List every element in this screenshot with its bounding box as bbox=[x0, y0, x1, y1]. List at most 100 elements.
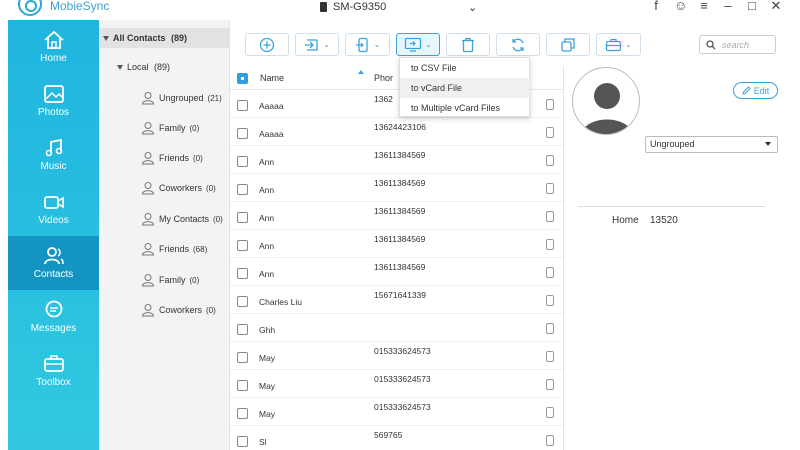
contact-name: May bbox=[259, 409, 276, 419]
photos-icon bbox=[43, 85, 64, 103]
group-select[interactable]: Ungrouped bbox=[645, 136, 778, 153]
row-checkbox[interactable] bbox=[237, 268, 248, 279]
phone-device-icon bbox=[546, 99, 554, 110]
facebook-icon[interactable]: f bbox=[650, 0, 662, 14]
export-to-pc-button[interactable]: ⌄ bbox=[396, 33, 440, 56]
deduplicate-icon bbox=[561, 37, 575, 52]
table-row[interactable]: May 015333624573 bbox=[230, 342, 564, 370]
group-item-friends[interactable]: Friends (0) bbox=[141, 150, 236, 166]
group-item-ungrouped[interactable]: Ungrouped (21) bbox=[141, 90, 236, 106]
menu-item-export-csv[interactable]: to CSV File bbox=[400, 58, 530, 78]
music-icon bbox=[45, 138, 62, 157]
home-icon bbox=[43, 30, 64, 49]
select-all-checkbox[interactable] bbox=[237, 73, 248, 84]
table-row[interactable]: Sl 569765 bbox=[230, 426, 564, 450]
group-item-coworkers[interactable]: Coworkers (0) bbox=[141, 180, 236, 196]
android-device-icon bbox=[320, 2, 327, 12]
phone-device-icon bbox=[546, 295, 554, 306]
group-local[interactable]: Local (89) bbox=[117, 62, 170, 72]
nav-label: Music bbox=[40, 161, 67, 172]
nav-label: Videos bbox=[38, 215, 69, 226]
device-dropdown-chevron-icon[interactable]: ⌄ bbox=[468, 0, 477, 14]
person-icon bbox=[141, 182, 155, 195]
person-icon bbox=[141, 243, 155, 256]
group-all-contacts[interactable]: All Contacts (89) bbox=[99, 28, 230, 48]
row-checkbox[interactable] bbox=[237, 100, 248, 111]
group-item-my-contacts[interactable]: My Contacts (0) bbox=[141, 211, 236, 227]
person-icon bbox=[141, 304, 155, 317]
menu-item-export-multiple-vcard[interactable]: to Multiple vCard Files bbox=[400, 98, 530, 118]
group-item-family[interactable]: Family (0) bbox=[141, 120, 236, 136]
feedback-icon[interactable]: ☺ bbox=[674, 0, 687, 14]
import-button[interactable]: ⌄ bbox=[295, 33, 339, 56]
table-row[interactable]: May 015333624573 bbox=[230, 398, 564, 426]
row-checkbox[interactable] bbox=[237, 296, 248, 307]
group-item-family-2[interactable]: Family (0) bbox=[141, 272, 236, 288]
table-row[interactable]: Aaaaa 13624423106 bbox=[230, 118, 564, 146]
device-selector[interactable]: SM-G9350 bbox=[320, 0, 386, 14]
nav-item-videos[interactable]: Videos bbox=[8, 182, 99, 236]
row-checkbox[interactable] bbox=[237, 324, 248, 335]
phone-field-value[interactable]: 13520 bbox=[650, 215, 678, 226]
phone-device-icon bbox=[546, 379, 554, 390]
import-icon bbox=[305, 38, 318, 51]
main-nav: Home Photos Music Videos Contacts Messag… bbox=[8, 20, 99, 450]
maximize-icon[interactable]: □ bbox=[746, 0, 758, 14]
row-checkbox[interactable] bbox=[237, 380, 248, 391]
nav-item-messages[interactable]: Messages bbox=[8, 290, 99, 344]
close-icon[interactable]: ✕ bbox=[770, 0, 782, 14]
contact-phone: 13611384569 bbox=[374, 178, 426, 188]
chevron-down-icon: ⌄ bbox=[625, 40, 632, 49]
row-checkbox[interactable] bbox=[237, 436, 248, 447]
contact-groups-panel: All Contacts (89) Local (89) Ungrouped (2… bbox=[99, 20, 230, 450]
row-checkbox[interactable] bbox=[237, 408, 248, 419]
menu-item-export-vcard[interactable]: to vCard File bbox=[400, 78, 530, 98]
contact-phone: 015333624573 bbox=[374, 346, 431, 356]
export-to-pc-icon bbox=[404, 37, 422, 52]
add-contact-button[interactable] bbox=[245, 33, 289, 56]
row-checkbox[interactable] bbox=[237, 128, 248, 139]
expand-triangle-icon bbox=[117, 65, 123, 71]
table-row[interactable]: Ann 13611384569 bbox=[230, 230, 564, 258]
search-input[interactable]: search bbox=[699, 35, 776, 54]
nav-item-contacts[interactable]: Contacts bbox=[8, 236, 99, 290]
edit-contact-button[interactable]: Edit bbox=[733, 82, 778, 99]
row-checkbox[interactable] bbox=[237, 240, 248, 251]
table-row[interactable]: May 015333624573 bbox=[230, 370, 564, 398]
contact-avatar[interactable] bbox=[572, 67, 640, 135]
table-row[interactable]: Ann 13611384569 bbox=[230, 258, 564, 286]
search-icon bbox=[706, 39, 716, 49]
table-row[interactable]: Ann 13611384569 bbox=[230, 146, 564, 174]
contact-name: Charles Liu bbox=[259, 297, 302, 307]
column-header-name[interactable]: Name bbox=[260, 73, 284, 83]
delete-button[interactable] bbox=[446, 33, 490, 56]
default-avatar-icon bbox=[581, 83, 633, 134]
nav-item-toolbox[interactable]: Toolbox bbox=[8, 344, 99, 398]
row-checkbox[interactable] bbox=[237, 212, 248, 223]
table-row[interactable]: Ghh bbox=[230, 314, 564, 342]
row-checkbox[interactable] bbox=[237, 184, 248, 195]
add-icon bbox=[259, 37, 275, 52]
toolbox-button[interactable]: ⌄ bbox=[596, 33, 641, 56]
nav-item-home[interactable]: Home bbox=[8, 20, 99, 74]
nav-item-music[interactable]: Music bbox=[8, 128, 99, 182]
transfer-to-device-icon bbox=[355, 37, 368, 52]
table-row[interactable]: Charles Liu 15671641339 bbox=[230, 286, 564, 314]
phone-device-icon bbox=[546, 211, 554, 222]
minimize-icon[interactable]: – bbox=[722, 0, 734, 14]
column-header-phone[interactable]: Phor bbox=[374, 73, 393, 83]
row-checkbox[interactable] bbox=[237, 156, 248, 167]
row-checkbox[interactable] bbox=[237, 352, 248, 363]
menu-icon[interactable]: ≡ bbox=[698, 0, 710, 14]
transfer-to-device-button[interactable]: ⌄ bbox=[345, 33, 390, 56]
group-item-friends-2[interactable]: Friends (68) bbox=[141, 241, 236, 257]
contact-name: Ghh bbox=[259, 325, 276, 335]
refresh-button[interactable] bbox=[496, 33, 540, 56]
phone-device-icon bbox=[546, 155, 554, 166]
table-row[interactable]: Ann 13611384569 bbox=[230, 174, 564, 202]
nav-item-photos[interactable]: Photos bbox=[8, 74, 99, 128]
group-item-coworkers-2[interactable]: Coworkers (0) bbox=[141, 302, 236, 318]
sort-ascending-icon[interactable] bbox=[358, 70, 364, 74]
table-row[interactable]: Ann 13611384569 bbox=[230, 202, 564, 230]
deduplicate-button[interactable] bbox=[546, 33, 590, 56]
